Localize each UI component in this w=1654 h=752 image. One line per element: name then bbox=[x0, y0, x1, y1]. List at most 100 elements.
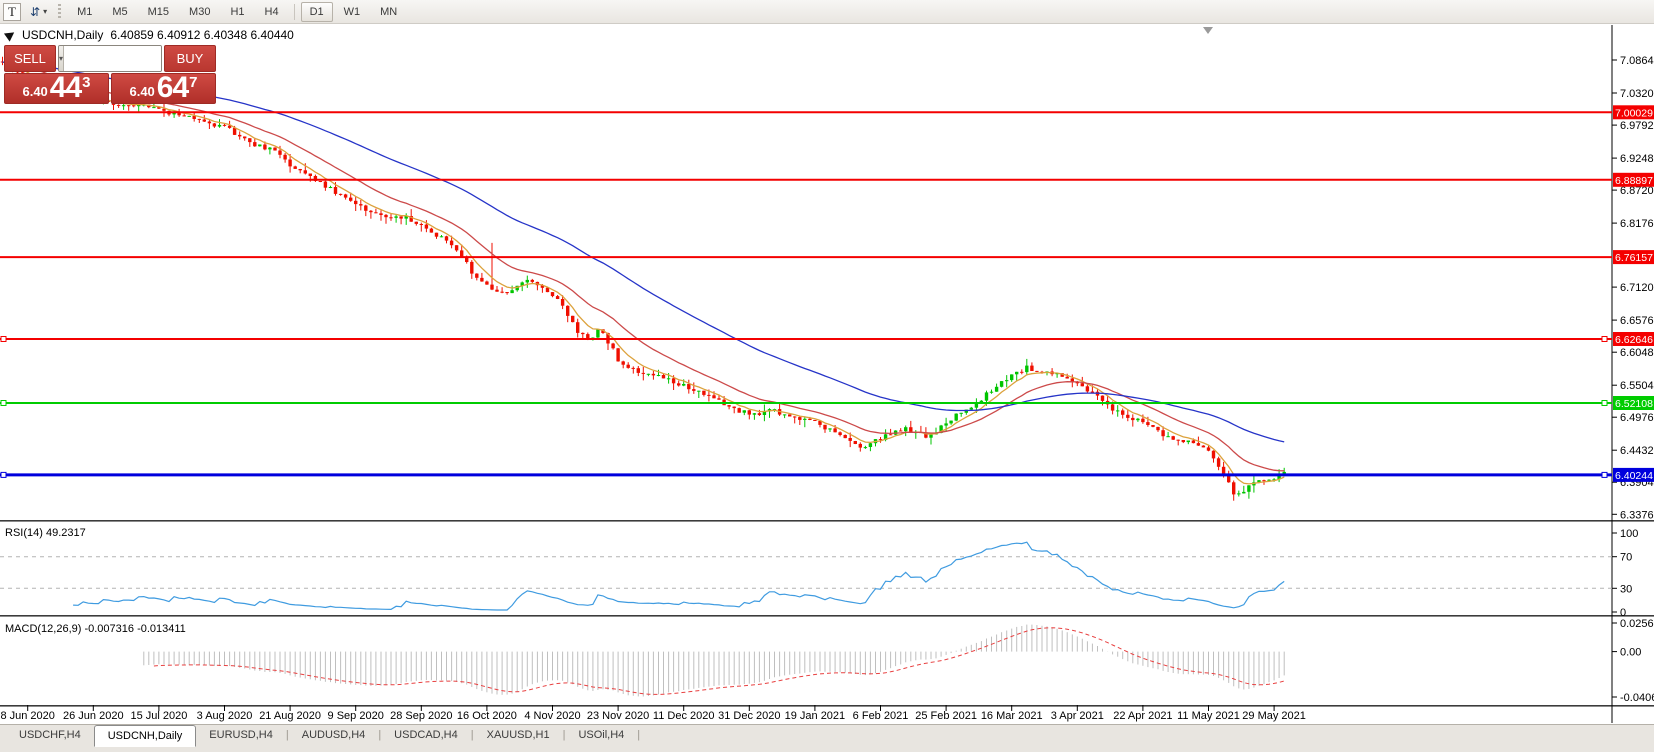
time-axis[interactable]: 8 Jun 2020 26 Jun 2020 15 Jul 2020 3 Aug 20… bbox=[0, 705, 1306, 722]
volume-input[interactable] bbox=[64, 46, 161, 71]
level-line-6.40244[interactable]: 6.40244 bbox=[0, 467, 1654, 482]
trading-terminal: T ⇵ ▾ M1M5M15M30H1H4 D1W1MN 7.08640 7.0320… bbox=[0, 0, 1654, 752]
rsi-axis-labels: 10070300 bbox=[1612, 528, 1638, 619]
date-tick-label: 28 Sep 2020 bbox=[390, 710, 452, 722]
date-tick-label: 6 Feb 2021 bbox=[853, 710, 909, 722]
price-tick-label: 6.92480 bbox=[1620, 153, 1654, 165]
window-separator-macd-bottom[interactable] bbox=[0, 705, 1654, 707]
window-separator-main-rsi[interactable] bbox=[0, 520, 1654, 522]
price-tick-label: 6.55040 bbox=[1620, 380, 1654, 392]
timeframe-M1[interactable]: M1 bbox=[68, 2, 101, 22]
level-line-handle[interactable] bbox=[0, 471, 7, 478]
macd-panel: MACD(12,26,9) -0.007316 -0.013411 0.02562… bbox=[5, 618, 1654, 704]
date-tick-label: 25 Feb 2021 bbox=[915, 710, 977, 722]
price-tick-label: 6.81760 bbox=[1620, 218, 1654, 230]
level-line-handle[interactable] bbox=[1601, 471, 1608, 478]
timeframe-MN[interactable]: MN bbox=[371, 2, 406, 22]
tab-USDCHF-H4[interactable]: USDCHF,H4 bbox=[6, 726, 94, 745]
buy-button[interactable]: BUY bbox=[164, 45, 216, 72]
date-tick-label: 16 Oct 2020 bbox=[457, 710, 517, 722]
timeframe-M30[interactable]: M30 bbox=[180, 2, 219, 22]
chart-tabs-bar: USDCHF,H4 USDCNH,Daily EURUSD,H4 | AUDUSD,H4… bbox=[0, 724, 1654, 752]
moving-average-6 bbox=[2, 61, 1285, 485]
rsi-label: RSI(14) 49.2317 bbox=[5, 527, 86, 539]
macd-histogram bbox=[143, 624, 1285, 697]
price-tick-label: 6.49760 bbox=[1620, 412, 1654, 424]
tab-USOil-H4[interactable]: USOil,H4 bbox=[565, 726, 637, 745]
date-tick-label: 11 Dec 2020 bbox=[653, 710, 715, 722]
tab-EURUSD-H4[interactable]: EURUSD,H4 bbox=[196, 726, 286, 745]
tab-USDCAD-H4[interactable]: USDCAD,H4 bbox=[381, 726, 471, 745]
date-tick-label: 22 Apr 2021 bbox=[1113, 710, 1172, 722]
level-line-handle[interactable] bbox=[1601, 400, 1608, 406]
timeframe-M5[interactable]: M5 bbox=[103, 2, 136, 22]
tab-USDCNH-Daily[interactable]: USDCNH,Daily bbox=[93, 725, 197, 747]
rsi-tick-label: 100 bbox=[1620, 528, 1638, 540]
timeframe-H4[interactable]: H4 bbox=[256, 2, 288, 22]
tab-separator: | bbox=[637, 729, 641, 741]
price-tick-label: 6.44320 bbox=[1620, 445, 1654, 457]
date-tick-label: 8 Jun 2020 bbox=[0, 710, 54, 722]
toolbar-separator bbox=[293, 3, 295, 20]
tab-AUDUSD-H4[interactable]: AUDUSD,H4 bbox=[289, 726, 379, 745]
timeframe-buttons: M1 M5 M15 M30 H1 H4 D1 W1 MN bbox=[67, 0, 407, 24]
level-line-handle[interactable] bbox=[1601, 336, 1608, 342]
date-tick-label: 31 Dec 2020 bbox=[718, 710, 780, 722]
level-line-6.62646[interactable]: 6.62646 bbox=[0, 332, 1654, 346]
cursor-tool-button[interactable]: ⇵ ▾ bbox=[27, 3, 50, 21]
price-axis-labels[interactable]: 7.08640 7.03200 6.97920 6.92480 6.87200 6.817… bbox=[1612, 55, 1654, 521]
macd-tick-label: 0.025623 bbox=[1620, 618, 1654, 630]
price-tick-label: 6.65760 bbox=[1620, 315, 1654, 327]
rsi-line bbox=[73, 541, 1285, 611]
text-tool-button[interactable]: T bbox=[3, 2, 21, 21]
chart-shift-marker-icon[interactable] bbox=[1203, 27, 1213, 34]
toolbar-grip[interactable] bbox=[58, 3, 62, 20]
buy-price-prefix: 6.40 bbox=[129, 84, 155, 99]
timeframe-W1[interactable]: W1 bbox=[335, 2, 370, 22]
date-tick-label: 23 Nov 2020 bbox=[587, 710, 649, 722]
sell-price-pip: 3 bbox=[82, 74, 91, 91]
chevron-down-icon: ▾ bbox=[43, 7, 48, 16]
chart-title: USDCNH,Daily 6.40859 6.40912 6.40348 6.4… bbox=[3, 28, 294, 42]
level-line-6.76157[interactable]: 6.76157 bbox=[0, 250, 1654, 265]
level-line-handle[interactable] bbox=[0, 400, 7, 406]
level-line-6.88897[interactable]: 6.88897 bbox=[0, 172, 1654, 187]
buy-price-display[interactable]: 6.40 64 7 bbox=[111, 73, 216, 104]
sell-price-prefix: 6.40 bbox=[22, 84, 48, 99]
svg-text:6.88897: 6.88897 bbox=[1615, 175, 1653, 187]
svg-text:6.62646: 6.62646 bbox=[1615, 334, 1653, 346]
price-tick-label: 6.71200 bbox=[1620, 282, 1654, 294]
macd-axis-labels: 0.025623 0.00 -0.040687 bbox=[1612, 618, 1654, 704]
sell-button[interactable]: SELL bbox=[4, 45, 56, 72]
date-tick-label: 9 Sep 2020 bbox=[328, 710, 384, 722]
swap-arrows-icon: ⇵ bbox=[30, 4, 41, 19]
window-separator-rsi-macd[interactable] bbox=[0, 615, 1654, 617]
chart-symbol-label: USDCNH,Daily bbox=[22, 28, 104, 42]
tab-XAUUSD-H1[interactable]: XAUUSD,H1 bbox=[474, 726, 563, 745]
top-toolbar: T ⇵ ▾ M1 M5 M15 M30 H1 H4 D1 W1 MN bbox=[0, 0, 1654, 24]
symbol-marker-icon bbox=[3, 28, 18, 42]
price-tick-label: 6.97920 bbox=[1620, 120, 1654, 132]
buy-price-pip: 7 bbox=[189, 74, 198, 91]
level-line-7.00029[interactable]: 7.00029 bbox=[0, 105, 1654, 120]
timeframe-D1[interactable]: D1 bbox=[300, 1, 333, 22]
macd-tick-label: 0.00 bbox=[1620, 647, 1641, 659]
date-tick-label: 11 May 2021 bbox=[1177, 710, 1240, 722]
volume-control: ▾ ▴ bbox=[58, 45, 162, 72]
candles bbox=[0, 56, 1286, 501]
timeframe-H1[interactable]: H1 bbox=[221, 2, 253, 22]
price-tick-label: 7.08640 bbox=[1620, 55, 1654, 67]
timeframe-M15[interactable]: M15 bbox=[139, 2, 178, 22]
svg-text:6.52108: 6.52108 bbox=[1615, 398, 1653, 410]
one-click-trading-panel: SELL ▾ ▴ BUY 6.40 44 3 6.40 64 7 bbox=[4, 45, 216, 104]
macd-tick-label: -0.040687 bbox=[1620, 692, 1654, 704]
sell-price-display[interactable]: 6.40 44 3 bbox=[4, 73, 109, 104]
rsi-tick-label: 30 bbox=[1620, 583, 1632, 595]
level-line-6.52108[interactable]: 6.52108 bbox=[0, 396, 1654, 410]
price-tick-label: 6.60480 bbox=[1620, 347, 1654, 359]
level-line-handle[interactable] bbox=[0, 336, 7, 342]
moving-average-55 bbox=[2, 61, 1285, 443]
chart-canvas[interactable]: 7.08640 7.03200 6.97920 6.92480 6.87200 6.817… bbox=[0, 25, 1654, 724]
svg-text:6.40244: 6.40244 bbox=[1615, 470, 1653, 482]
date-tick-label: 29 May 2021 bbox=[1242, 710, 1306, 722]
